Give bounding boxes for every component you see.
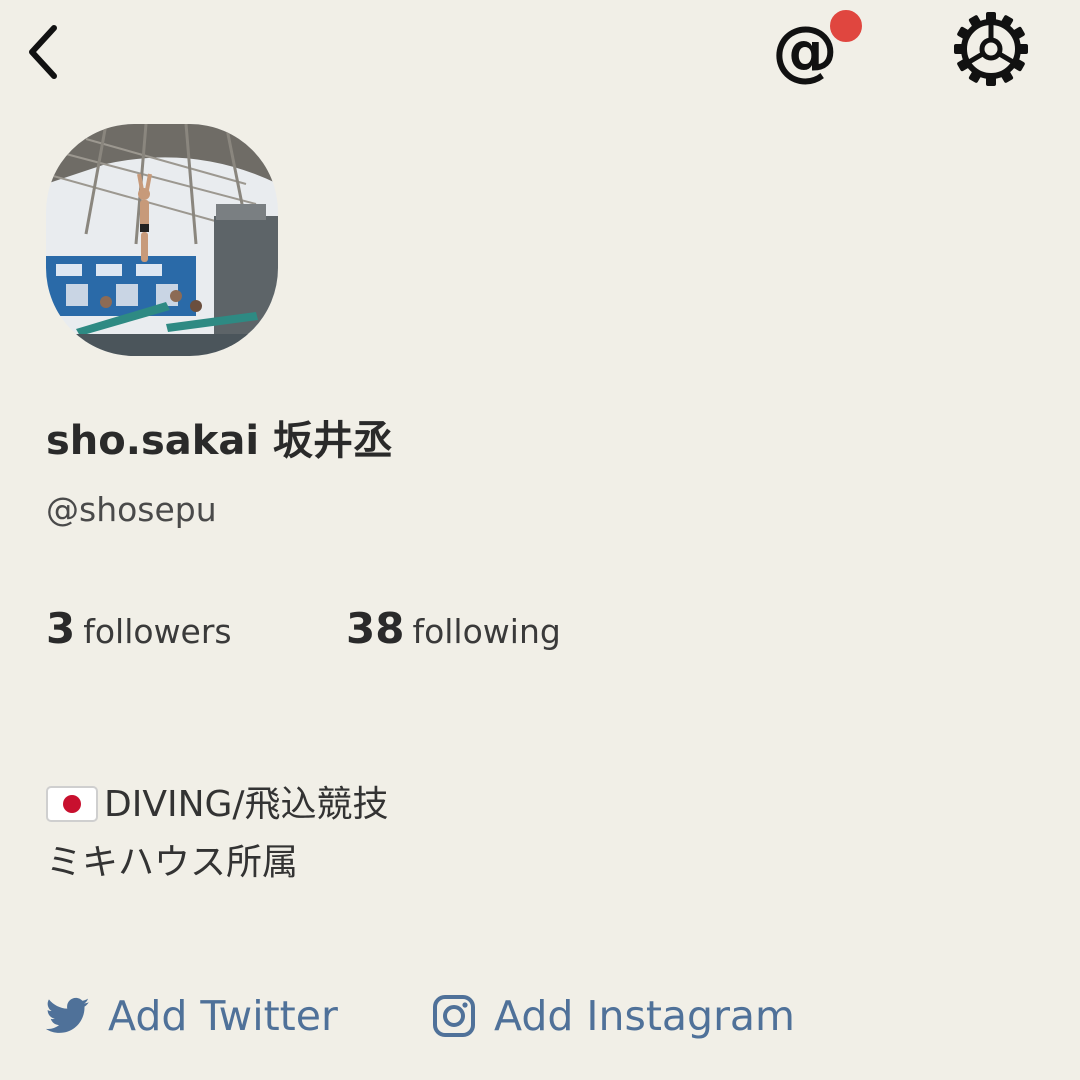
chevron-left-icon — [29, 25, 57, 79]
followers-count: 3 — [46, 604, 76, 653]
add-twitter-label: Add Twitter — [108, 992, 338, 1040]
gear-icon — [954, 12, 1028, 86]
add-twitter-link[interactable]: Add Twitter — [46, 986, 338, 1046]
mentions-button[interactable]: @ — [770, 6, 870, 88]
bio-line-2: ミキハウス所属 — [46, 842, 299, 883]
profile-screen: @ sho.sakai 坂井丞 @shosepu 3 followers 38 … — [0, 0, 1080, 1080]
username: @shosepu — [46, 490, 217, 529]
instagram-icon — [433, 995, 475, 1037]
avatar-photo — [46, 124, 278, 356]
notification-dot — [826, 6, 866, 46]
display-name: sho.sakai 坂井丞 — [46, 418, 393, 464]
following-count: 38 — [346, 604, 405, 653]
add-instagram-link[interactable]: Add Instagram — [432, 986, 795, 1046]
twitter-bird-icon — [46, 997, 90, 1033]
bio-line-1: DIVING/飛込競技 — [104, 784, 389, 825]
followers-label: followers — [83, 612, 232, 651]
bio-line: DIVING/飛込競技 — [46, 776, 389, 834]
bio: DIVING/飛込競技 ミキハウス所属 — [46, 776, 389, 892]
followers-stat[interactable]: 3 followers — [46, 604, 232, 653]
following-stat[interactable]: 38 following — [346, 604, 561, 653]
settings-button[interactable] — [950, 8, 1032, 90]
following-label: following — [412, 612, 561, 651]
back-button[interactable] — [22, 20, 70, 84]
avatar[interactable] — [46, 124, 278, 356]
add-instagram-label: Add Instagram — [494, 992, 795, 1040]
japan-flag-icon — [46, 786, 98, 822]
